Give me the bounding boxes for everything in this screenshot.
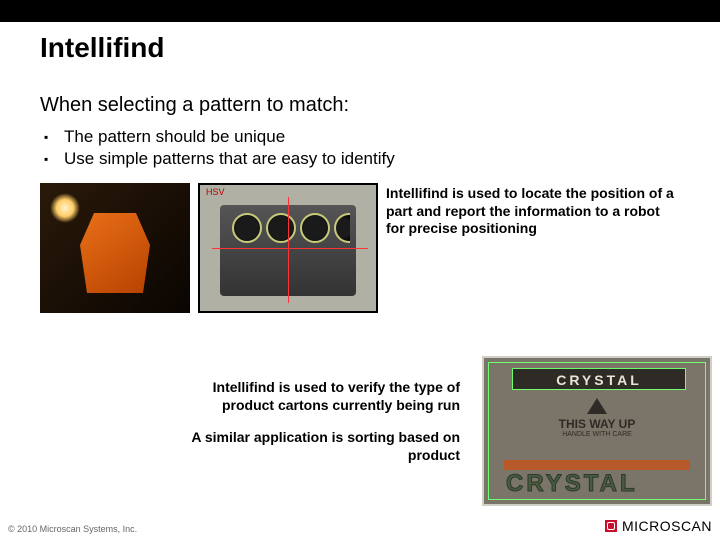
logo-text: MICROSCAN — [622, 518, 712, 534]
carton-brand-label: CRYSTAL — [512, 368, 686, 390]
carton-caption-1: Intellifind is used to verify the type o… — [160, 378, 460, 414]
robot-image — [40, 183, 190, 313]
carton-brand-large: CRYSTAL — [506, 470, 638, 498]
crosshair-vertical — [288, 197, 289, 303]
bullet-item: The pattern should be unique — [64, 127, 680, 147]
engine-overlay-label: HSV — [206, 187, 225, 197]
up-arrow-icon — [587, 398, 607, 414]
slide-content: Intellifind When selecting a pattern to … — [0, 22, 720, 313]
carton-image: CRYSTAL THIS WAY UP HANDLE WITH CARE CRY… — [482, 356, 712, 506]
wayup-sub: HANDLE WITH CARE — [524, 431, 670, 439]
top-black-bar — [0, 0, 720, 22]
engine-caption: Intellifind is used to locate the positi… — [386, 183, 676, 238]
slide-subheading: When selecting a pattern to match: — [40, 94, 680, 117]
crosshair-horizontal — [212, 248, 368, 249]
cylinder-icon — [300, 213, 330, 243]
carton-tape — [504, 460, 690, 470]
copyright-text: © 2010 Microscan Systems, Inc. — [8, 524, 137, 534]
microscan-logo: MICROSCAN — [605, 518, 712, 534]
cylinder-icon — [266, 213, 296, 243]
bullet-list: The pattern should be unique Use simple … — [40, 127, 680, 169]
carton-caption-2: A similar application is sorting based o… — [160, 428, 460, 464]
bullet-item: Use simple patterns that are easy to ide… — [64, 149, 680, 169]
logo-mark-icon — [605, 520, 617, 532]
image-row: HSV Intellifind is used to locate the po… — [40, 183, 680, 313]
carton-wayup-text: THIS WAY UP HANDLE WITH CARE — [524, 418, 670, 439]
wayup-main: THIS WAY UP — [559, 417, 636, 431]
cylinder-icon — [232, 213, 262, 243]
slide-footer: © 2010 Microscan Systems, Inc. MICROSCAN — [8, 518, 712, 534]
slide-title: Intellifind — [40, 32, 680, 64]
engine-block-image: HSV — [198, 183, 378, 313]
